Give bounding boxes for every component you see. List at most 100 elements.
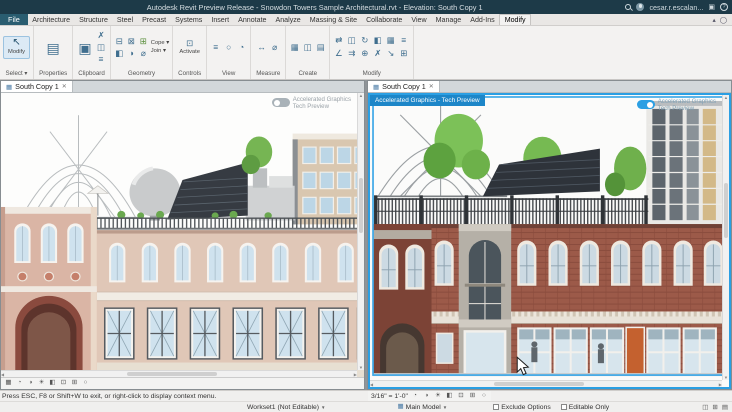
- search-help-icon[interactable]: ◯: [720, 16, 727, 24]
- tab-modify[interactable]: Modify: [499, 14, 531, 25]
- select-panel-label[interactable]: Select ▾: [3, 67, 30, 79]
- reveal-icon[interactable]: ◔: [236, 42, 247, 53]
- create-similar-icon[interactable]: ◫: [302, 42, 313, 53]
- modify-tool-button[interactable]: ↖ Modify: [3, 36, 30, 59]
- editable-only-checkbox[interactable]: [561, 404, 567, 410]
- updates-icon[interactable]: ▣: [708, 4, 715, 11]
- rotate-icon[interactable]: ↻: [359, 35, 370, 46]
- select-links-icon[interactable]: ⊞: [712, 403, 717, 411]
- close-icon[interactable]: ✕: [429, 83, 434, 90]
- sun-path-icon[interactable]: ☀: [433, 393, 442, 400]
- delete-icon[interactable]: ✗: [372, 48, 383, 59]
- accelerated-graphics-toggle[interactable]: [272, 98, 290, 107]
- tab-precast[interactable]: Precast: [138, 14, 171, 25]
- crop-view-icon[interactable]: ⊡: [456, 393, 465, 400]
- tab-insert[interactable]: Insert: [207, 14, 234, 25]
- tab-collaborate[interactable]: Collaborate: [362, 14, 407, 25]
- shadows-icon[interactable]: ◧: [445, 393, 454, 400]
- ribbon-collapse-icon[interactable]: ▴: [712, 16, 715, 24]
- view-scale[interactable]: 3/16" = 1'-0": [371, 393, 408, 400]
- properties-panel-label: Properties: [37, 67, 69, 79]
- tab-addins[interactable]: Add-Ins: [466, 14, 499, 25]
- search-icon[interactable]: [625, 4, 631, 10]
- crop-view-icon[interactable]: ⊡: [59, 380, 68, 387]
- user-avatar-icon[interactable]: [636, 3, 644, 11]
- close-icon[interactable]: ✕: [62, 83, 67, 90]
- tab-systems[interactable]: Systems: [171, 14, 207, 25]
- file-menu-button[interactable]: File: [0, 14, 28, 25]
- exclude-options-checkbox[interactable]: [493, 404, 499, 410]
- join-icon[interactable]: ⊞: [138, 36, 149, 47]
- trim-icon[interactable]: ∠: [333, 48, 344, 59]
- tab-annotate[interactable]: Annotate: [234, 14, 271, 25]
- scale-icon[interactable]: ↘: [385, 48, 396, 59]
- temporary-hide-icon[interactable]: ○: [81, 380, 90, 387]
- cope-icon[interactable]: ⊟: [114, 36, 125, 47]
- tab-analyze[interactable]: Analyze: [271, 14, 305, 25]
- right-vertical-scrollbar[interactable]: ▲▼: [722, 95, 729, 380]
- pin-icon[interactable]: ⊕: [359, 48, 370, 59]
- ribbon: ↖ Modify Select ▾ ▤ Properties ▣ ✗ ◫ ≡ C…: [0, 26, 732, 80]
- tab-view[interactable]: View: [407, 14, 431, 25]
- offset-icon[interactable]: ⇉: [346, 48, 357, 59]
- tab-manage[interactable]: Manage: [431, 14, 466, 25]
- left-view-canvas[interactable]: Accelerated Graphics Tech Preview ▲▼ ◀▶: [1, 93, 364, 377]
- properties-icon[interactable]: ▤: [45, 38, 62, 57]
- cope-label[interactable]: Cope ▾: [151, 40, 169, 48]
- dimension-icon[interactable]: ⌀: [269, 42, 280, 53]
- crop-region-icon[interactable]: ⊞: [468, 393, 477, 400]
- tab-steel[interactable]: Steel: [112, 14, 137, 25]
- array-icon[interactable]: ▦: [385, 35, 396, 46]
- split-icon[interactable]: ⊞: [398, 48, 409, 59]
- create-group-icon[interactable]: ▦: [289, 42, 300, 53]
- thin-lines-icon[interactable]: ≡: [210, 42, 221, 53]
- design-option-selector[interactable]: ▦ Main Model▼: [398, 404, 448, 411]
- paint-icon[interactable]: ◑: [126, 48, 137, 59]
- join-label[interactable]: Join ▾: [151, 48, 169, 56]
- detail-level-icon[interactable]: ◔: [15, 380, 24, 387]
- activate-label[interactable]: Activate: [179, 49, 200, 57]
- ribbon-panel-select: ↖ Modify Select ▾: [0, 26, 34, 79]
- activate-controls-icon[interactable]: ⊡: [184, 38, 195, 49]
- legend-icon[interactable]: ▤: [315, 42, 326, 53]
- split-face-icon[interactable]: ◧: [114, 48, 125, 59]
- cut-icon[interactable]: ✗: [96, 30, 107, 41]
- copy-tool-icon[interactable]: ◫: [346, 35, 357, 46]
- tab-structure[interactable]: Structure: [75, 14, 113, 25]
- tab-architecture[interactable]: Architecture: [28, 14, 75, 25]
- align-icon[interactable]: ≡: [398, 35, 409, 46]
- sun-path-icon[interactable]: ☀: [37, 380, 46, 387]
- paste-icon[interactable]: ▣: [77, 38, 94, 57]
- detail-level-icon[interactable]: ◔: [410, 393, 419, 400]
- mirror-icon[interactable]: ◧: [372, 35, 383, 46]
- scale-icon[interactable]: ▦: [4, 380, 13, 387]
- workset-selector[interactable]: Workset1 (Not Editable)▼: [247, 404, 326, 411]
- cut-geometry-icon[interactable]: ⊠: [126, 36, 137, 47]
- view-panel-label: View: [210, 67, 247, 79]
- select-pinned-icon[interactable]: ▤: [722, 403, 728, 411]
- chevron-down-icon: ▼: [443, 405, 447, 410]
- tab-massing-site[interactable]: Massing & Site: [305, 14, 361, 25]
- copy-icon[interactable]: ◫: [96, 42, 107, 53]
- left-view-tab[interactable]: ▦ South Copy 1 ✕: [1, 81, 73, 92]
- demolish-icon[interactable]: ⌀: [138, 48, 149, 59]
- temporary-hide-icon[interactable]: ○: [479, 393, 488, 400]
- left-elevation-drawing: [1, 93, 364, 377]
- measure-icon[interactable]: ↔: [256, 42, 267, 53]
- move-icon[interactable]: ⇄: [333, 35, 344, 46]
- selection-filter-icon[interactable]: ◫: [702, 403, 708, 411]
- left-vertical-scrollbar[interactable]: ▲▼: [357, 93, 364, 370]
- right-view-canvas[interactable]: Accelerated Graphics - Tech Preview: [368, 93, 731, 389]
- hide-icon[interactable]: ○: [223, 42, 234, 53]
- match-type-icon[interactable]: ≡: [96, 54, 107, 65]
- user-name[interactable]: cesar.r.escalan...: [649, 3, 703, 12]
- accelerated-graphics-toggle[interactable]: [637, 100, 655, 109]
- visual-style-icon[interactable]: ◑: [422, 393, 431, 400]
- left-horizontal-scrollbar[interactable]: ◀▶: [1, 370, 357, 377]
- crop-region-icon[interactable]: ⊞: [70, 380, 79, 387]
- help-icon[interactable]: ?: [720, 3, 728, 11]
- shadows-icon[interactable]: ◧: [48, 380, 57, 387]
- visual-style-icon[interactable]: ◑: [26, 380, 35, 387]
- right-horizontal-scrollbar[interactable]: ◀▶: [370, 380, 722, 387]
- right-view-tab[interactable]: ▦ South Copy 1 ✕: [368, 81, 440, 92]
